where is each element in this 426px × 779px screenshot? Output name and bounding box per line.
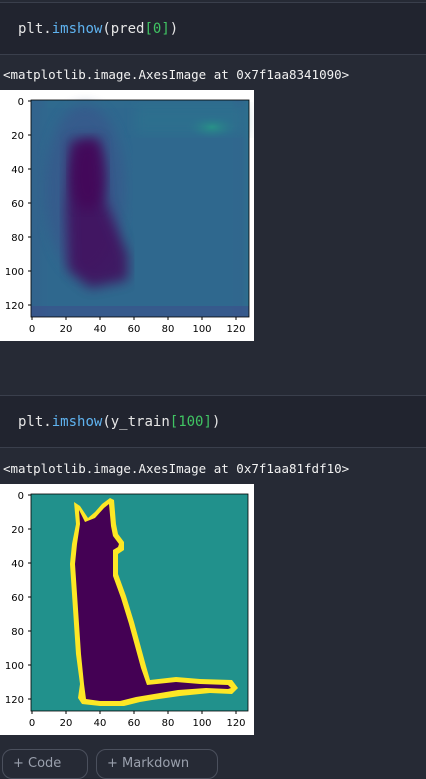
xtick-label: 40 [94,718,107,729]
ytick-label: 80 [11,233,24,244]
ytick-label: 20 [11,525,24,536]
ytick-label: 100 [5,267,24,278]
xtick-label: 20 [60,324,73,335]
ytick-label: 0 [18,491,24,502]
xtick-label: 0 [29,324,35,335]
ytick-label: 0 [18,97,24,108]
ytick-label: 60 [11,593,24,604]
xtick-label: 100 [192,324,211,335]
ytick-label: 80 [11,627,24,638]
xtick-label: 80 [162,718,175,729]
cell-2-plot: 0 20 40 60 80 100 120 0 20 40 60 80 100 … [0,484,254,735]
ytick-label: 120 [5,301,24,312]
xtick-label: 80 [162,324,175,335]
ytick-label: 40 [11,165,24,176]
ytick-label: 120 [5,695,24,706]
add-code-button[interactable]: + Code [2,749,88,779]
ytick-label: 40 [11,559,24,570]
xtick-label: 120 [226,324,245,335]
cell-2-x-axis: 0 20 40 60 80 100 120 [29,711,246,729]
cell-1-plot: 0 20 40 60 80 100 120 0 20 40 60 80 100 … [0,90,254,341]
cell-1-x-axis: 0 20 40 60 80 100 120 [29,317,246,335]
xtick-label: 0 [29,718,35,729]
xtick-label: 100 [192,718,211,729]
prediction-heatmap [30,99,250,318]
segmentation-mask [30,493,249,712]
cell-2-y-axis: 0 20 40 60 80 100 120 [5,491,31,706]
code-cell-2[interactable]: plt.imshow(y_train[100]) [0,395,426,448]
cell-2-code[interactable]: plt.imshow(y_train[100]) [18,414,220,430]
cell-2-output-repr: <matplotlib.image.AxesImage at 0x7f1aa81… [3,461,350,476]
code-cell-1[interactable]: plt.imshow(pred[0]) [0,2,426,55]
cell-1-output-repr: <matplotlib.image.AxesImage at 0x7f1aa83… [3,67,350,82]
cell-1-code[interactable]: plt.imshow(pred[0]) [18,21,178,37]
cell-1-y-axis: 0 20 40 60 80 100 120 [5,97,31,312]
ytick-label: 100 [5,661,24,672]
ytick-label: 20 [11,131,24,142]
ytick-label: 60 [11,199,24,210]
xtick-label: 40 [94,324,107,335]
xtick-label: 60 [128,718,141,729]
xtick-label: 20 [60,718,73,729]
xtick-label: 60 [128,324,141,335]
xtick-label: 120 [226,718,245,729]
add-markdown-button[interactable]: + Markdown [96,749,218,779]
